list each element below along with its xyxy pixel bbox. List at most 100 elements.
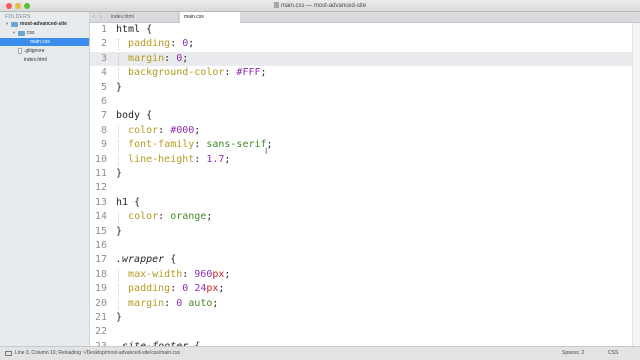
- minimap-scroll-area[interactable]: [632, 23, 640, 346]
- code-token: {: [128, 196, 141, 208]
- code-line[interactable]: 6: [90, 95, 640, 109]
- code-token: #FFF: [236, 67, 261, 79]
- chevron-right-icon[interactable]: ›: [100, 13, 102, 22]
- code-text[interactable]: margin: 0 auto;: [116, 297, 218, 311]
- code-token: ;: [218, 283, 225, 295]
- line-number: 17: [94, 254, 107, 266]
- code-token: font-family: [128, 139, 195, 151]
- code-token: :: [182, 268, 195, 280]
- code-text[interactable]: }: [116, 311, 122, 325]
- code-text[interactable]: }: [116, 81, 122, 95]
- indent-guide: [118, 53, 119, 65]
- code-text[interactable]: h1 {: [116, 196, 140, 210]
- code-line[interactable]: 9 font-family: sans-serif;: [90, 138, 640, 152]
- code-line[interactable]: 18 max-width: 960px;: [90, 268, 640, 282]
- tab-bar: ‹ › index.html main.css: [90, 12, 640, 23]
- code-line[interactable]: 19 padding: 0 24px;: [90, 282, 640, 296]
- line-number: 1: [100, 24, 107, 35]
- indent-guide: [118, 284, 119, 296]
- code-token: :: [194, 153, 207, 165]
- code-token: }: [116, 225, 123, 237]
- code-line[interactable]: 11}: [90, 167, 640, 181]
- window-title-text: main.css — most-advanced-site: [280, 3, 367, 9]
- code-line[interactable]: 7 body {: [90, 109, 640, 123]
- code-token: {: [140, 24, 153, 35]
- code-line[interactable]: 14 color: orange;: [90, 210, 640, 224]
- tab-main-css[interactable]: main.css: [180, 12, 240, 23]
- sidebar-item-gitignore[interactable]: .gitignore: [0, 47, 89, 55]
- status-text: Line 3, Column 10; Reloading ~/Desktop/m…: [15, 350, 180, 356]
- disclosure-down-icon[interactable]: ▼: [12, 29, 16, 37]
- line-number: 2: [100, 38, 107, 50]
- code-editor[interactable]: 1 html {2 padding: 0; 3 margin: 0; 4 backgr…: [90, 23, 640, 346]
- code-line[interactable]: 5}: [90, 81, 640, 95]
- code-token: orange: [170, 211, 207, 223]
- code-text[interactable]: color: orange;: [116, 210, 212, 224]
- code-text[interactable]: background-color: #FFF;: [116, 66, 267, 80]
- code-line[interactable]: 15}: [90, 225, 640, 239]
- code-token: ;: [182, 52, 189, 64]
- code-token: padding: [128, 38, 171, 50]
- code-line[interactable]: 12: [90, 181, 640, 195]
- indent-guide: [118, 125, 119, 137]
- code-token: margin: [128, 297, 165, 309]
- code-line[interactable]: 3 margin: 0;: [90, 51, 640, 66]
- code-text[interactable]: font-family: sans-serif;: [116, 138, 273, 152]
- disclosure-down-icon[interactable]: ▼: [5, 20, 9, 28]
- code-token: sans-serif: [206, 139, 267, 151]
- code-token: }: [116, 81, 123, 93]
- code-token: px: [212, 268, 225, 280]
- code-line[interactable]: 13 h1 {: [90, 196, 640, 210]
- code-text[interactable]: html {: [116, 23, 152, 37]
- code-text[interactable]: color: #000;: [116, 124, 200, 138]
- code-text[interactable]: }: [116, 225, 122, 239]
- code-line[interactable]: 10 line-height: 1.7;: [90, 153, 640, 167]
- code-text[interactable]: }: [116, 167, 122, 181]
- line-number: 6: [100, 96, 107, 107]
- code-token: #000: [170, 124, 195, 136]
- code-text[interactable]: margin: 0;: [116, 52, 188, 66]
- code-token: :: [158, 211, 171, 223]
- code-token: :: [158, 124, 171, 136]
- code-text[interactable]: padding: 0 24px;: [116, 282, 224, 296]
- line-number: 9: [100, 139, 107, 151]
- code-token: {: [164, 254, 177, 266]
- tab-index-html[interactable]: index.html: [107, 12, 179, 22]
- code-text[interactable]: .wrapper {: [116, 253, 176, 267]
- code-text[interactable]: padding: 0;: [116, 37, 194, 51]
- code-line[interactable]: 20 margin: 0 auto;: [90, 297, 640, 311]
- code-line[interactable]: 8 color: #000;: [90, 124, 640, 138]
- sidebar-item-root-folder[interactable]: ▼ most-advanced-site: [0, 20, 89, 28]
- indentation-setting[interactable]: Spaces: 2: [562, 347, 584, 360]
- sidebar-item-main-css[interactable]: main.css: [0, 38, 89, 46]
- sidebar-item-css-folder[interactable]: ▼ css: [0, 29, 89, 37]
- code-line[interactable]: 2 padding: 0;: [90, 37, 640, 51]
- sidebar: FOLDERS ▼ most-advanced-site ▼ css main.…: [0, 12, 90, 346]
- line-number: 3: [100, 52, 107, 64]
- sidebar-item-index-html[interactable]: index.html: [0, 56, 89, 64]
- line-number: 18: [94, 268, 107, 280]
- status-bar: Line 3, Column 10; Reloading ~/Desktop/m…: [0, 346, 640, 360]
- text-cursor-icon: I: [265, 147, 268, 156]
- code-line[interactable]: 22: [90, 325, 640, 339]
- panel-toggle-icon[interactable]: [5, 351, 12, 356]
- code-text[interactable]: body {: [116, 109, 152, 123]
- indent-guide: [118, 298, 119, 310]
- code-line[interactable]: 1 html {: [90, 23, 640, 37]
- chevron-left-icon[interactable]: ‹: [93, 13, 95, 22]
- syntax-setting[interactable]: CSS: [608, 347, 618, 360]
- code-line[interactable]: 21}: [90, 311, 640, 325]
- code-text[interactable]: line-height: 1.7;: [116, 153, 230, 167]
- code-text[interactable]: max-width: 960px;: [116, 268, 230, 282]
- indent-guide: [118, 39, 119, 51]
- code-token: html: [116, 24, 141, 35]
- code-token: :: [170, 38, 183, 50]
- code-line[interactable]: 16: [90, 239, 640, 253]
- code-token: ;: [266, 139, 273, 151]
- code-token: ;: [188, 38, 195, 50]
- code-line[interactable]: 17 .wrapper {: [90, 253, 640, 267]
- code-token: :: [170, 283, 183, 295]
- code-line[interactable]: 4 background-color: #FFF;: [90, 66, 640, 80]
- line-number: 19: [94, 283, 107, 295]
- line-number: 7: [100, 110, 107, 122]
